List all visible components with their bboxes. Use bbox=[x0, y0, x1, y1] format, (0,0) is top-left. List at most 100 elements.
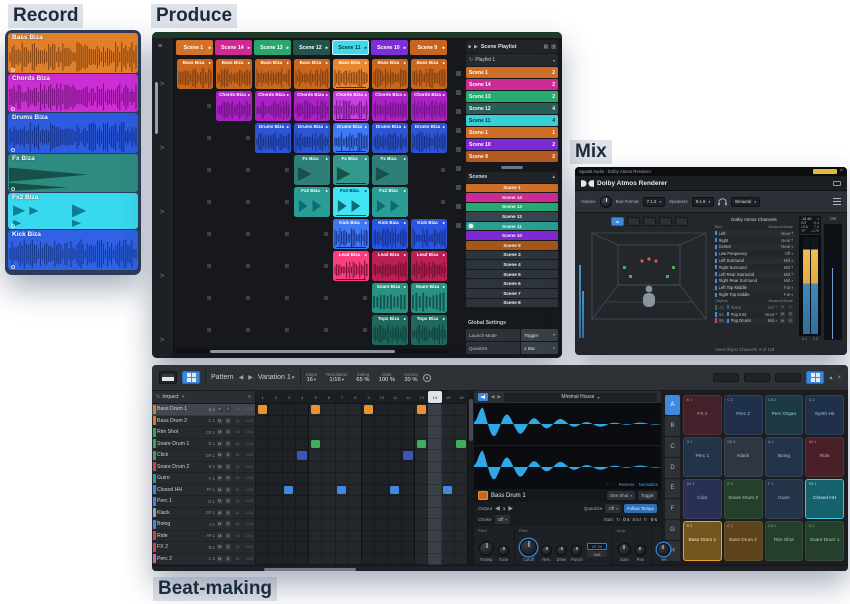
record-clip-drums-biza[interactable]: Drums Biza bbox=[8, 113, 138, 153]
mute-button[interactable]: M bbox=[217, 418, 224, 424]
step-cell[interactable] bbox=[428, 450, 441, 462]
step-cell[interactable] bbox=[309, 508, 322, 520]
step-cell[interactable] bbox=[349, 427, 362, 439]
binaural-mode-select[interactable]: Near▾ bbox=[781, 244, 793, 249]
pad-ride[interactable]: A# 1Ride bbox=[805, 437, 844, 477]
step-cell[interactable] bbox=[322, 439, 335, 451]
step-cell[interactable] bbox=[309, 473, 322, 485]
trigger-mode-select[interactable]: One Shot▾ bbox=[607, 491, 635, 500]
vertical-scrollbar[interactable] bbox=[155, 82, 158, 134]
clip-stop-button[interactable] bbox=[207, 264, 211, 268]
step-cell[interactable] bbox=[322, 462, 335, 474]
output-next-icon[interactable]: ▶ bbox=[508, 505, 513, 512]
binaural-mode-select[interactable]: Off▾ bbox=[785, 251, 793, 256]
step-cell[interactable] bbox=[296, 519, 309, 531]
solo-button[interactable]: S bbox=[225, 544, 232, 550]
pad-snare-drum-1[interactable]: D 1Snare Drum 1 bbox=[805, 521, 844, 561]
step-cell[interactable] bbox=[442, 554, 455, 566]
drum-row-bass-drum-2[interactable]: Bass Drum 2C 1MS161/16 bbox=[152, 416, 255, 428]
step-cell[interactable] bbox=[336, 473, 349, 485]
object-row-pop-drums[interactable]: 95Pop DrumsMid▾MS bbox=[713, 318, 795, 325]
step-cell[interactable] bbox=[402, 404, 415, 416]
step-cell[interactable] bbox=[296, 462, 309, 474]
step-cell[interactable] bbox=[428, 519, 441, 531]
active-step[interactable] bbox=[417, 405, 426, 414]
clip-stop-button[interactable] bbox=[285, 264, 289, 268]
step-cell[interactable] bbox=[375, 462, 388, 474]
solo-button[interactable]: S bbox=[225, 498, 232, 504]
view-button-1[interactable] bbox=[611, 217, 624, 226]
step-cell[interactable] bbox=[428, 508, 441, 520]
launch-clip-chords-biza[interactable]: Chords Biza▸ bbox=[294, 91, 330, 121]
step-cell[interactable] bbox=[415, 531, 428, 543]
step-cell[interactable] bbox=[415, 554, 428, 566]
step-cell[interactable] bbox=[256, 508, 269, 520]
step-cell[interactable] bbox=[349, 416, 362, 428]
step-cell[interactable] bbox=[349, 531, 362, 543]
pad-snare-drum-2[interactable]: E 1Snare Drum 2 bbox=[724, 479, 763, 519]
launch-clip-lead-biza[interactable]: Lead Biza▸ bbox=[333, 251, 369, 281]
pads-toggle-button[interactable] bbox=[806, 371, 824, 384]
channel-row-left-surround[interactable]: Left SurroundMid▾ bbox=[713, 257, 795, 264]
step-cell[interactable] bbox=[349, 508, 362, 520]
menu-icon[interactable]: ≡ bbox=[158, 43, 162, 50]
next-preset-button[interactable]: ▶ bbox=[497, 394, 500, 400]
delete-icon[interactable]: ▥ bbox=[551, 44, 556, 50]
solo-button[interactable]: S bbox=[225, 556, 232, 562]
step-cell[interactable] bbox=[269, 508, 282, 520]
step-cell[interactable] bbox=[336, 485, 349, 497]
launch-clip-chords-biza[interactable]: Chords Biza▸ bbox=[333, 91, 369, 121]
clip-stop-button[interactable] bbox=[285, 168, 289, 172]
param-steps[interactable]: Steps16▾ bbox=[306, 372, 318, 384]
step-cell[interactable] bbox=[415, 508, 428, 520]
drum-row-fx-2[interactable]: FX 2B 1MS161/16 bbox=[152, 542, 255, 554]
step-cell[interactable] bbox=[375, 496, 388, 508]
pad-click[interactable]: D# 1Click bbox=[683, 479, 722, 519]
pad-perc-1[interactable]: G 1Perc 1 bbox=[683, 437, 722, 477]
knob-dial[interactable] bbox=[571, 545, 582, 556]
step-cell[interactable] bbox=[309, 519, 322, 531]
step-cell[interactable] bbox=[428, 554, 441, 566]
step-cell[interactable] bbox=[362, 473, 375, 485]
solo-button[interactable]: S bbox=[225, 464, 232, 470]
step-cell[interactable] bbox=[269, 462, 282, 474]
scene-button-scene-13[interactable]: Scene 13▸ bbox=[254, 40, 291, 55]
step-cell[interactable] bbox=[322, 542, 335, 554]
collapse-icon[interactable]: ▴ bbox=[552, 174, 555, 180]
clip-stop-button[interactable] bbox=[246, 328, 250, 332]
step-cell[interactable] bbox=[322, 519, 335, 531]
step-cell[interactable] bbox=[322, 485, 335, 497]
binaural-mode-select[interactable]: Near▾ bbox=[781, 231, 793, 236]
step-cell[interactable] bbox=[309, 485, 322, 497]
step-cell[interactable] bbox=[283, 404, 296, 416]
step-cell[interactable] bbox=[256, 485, 269, 497]
step-cell[interactable] bbox=[375, 485, 388, 497]
binaural-mode-select[interactable]: Far▾ bbox=[784, 292, 793, 297]
step-cell[interactable] bbox=[428, 416, 441, 428]
solo-button[interactable]: S bbox=[788, 318, 793, 323]
step-cell[interactable] bbox=[362, 439, 375, 451]
scene-list-item-scene-5[interactable]: Scene 5 bbox=[466, 270, 558, 279]
launch-clip-lead-biza[interactable]: Lead Biza▸ bbox=[372, 251, 408, 281]
stop-all-row-button[interactable] bbox=[456, 90, 461, 95]
record-clip-fx2-biza[interactable]: Fx2 Biza bbox=[8, 193, 138, 229]
step-cell[interactable] bbox=[349, 519, 362, 531]
expand-track-icon[interactable]: > bbox=[160, 81, 164, 88]
scene-list-item-scene-11[interactable]: Scene 11 bbox=[466, 222, 558, 231]
step-cell[interactable] bbox=[375, 416, 388, 428]
output-prev-icon[interactable]: ◀ bbox=[495, 505, 500, 512]
step-cell[interactable] bbox=[269, 439, 282, 451]
mute-button[interactable]: M bbox=[217, 429, 224, 435]
step-cell[interactable] bbox=[389, 508, 402, 520]
step-cell[interactable] bbox=[362, 427, 375, 439]
step-cell[interactable] bbox=[428, 404, 441, 416]
step-cell[interactable] bbox=[455, 531, 468, 543]
expand-track-icon[interactable]: > bbox=[160, 145, 164, 152]
knob-punch[interactable]: Punch bbox=[571, 545, 583, 562]
step-cell[interactable] bbox=[296, 427, 309, 439]
mute-button[interactable]: M bbox=[217, 487, 224, 493]
pad-bank-f[interactable]: F bbox=[665, 499, 680, 519]
step-cell[interactable] bbox=[442, 473, 455, 485]
step-cell[interactable] bbox=[296, 554, 309, 566]
step-cell[interactable] bbox=[402, 531, 415, 543]
